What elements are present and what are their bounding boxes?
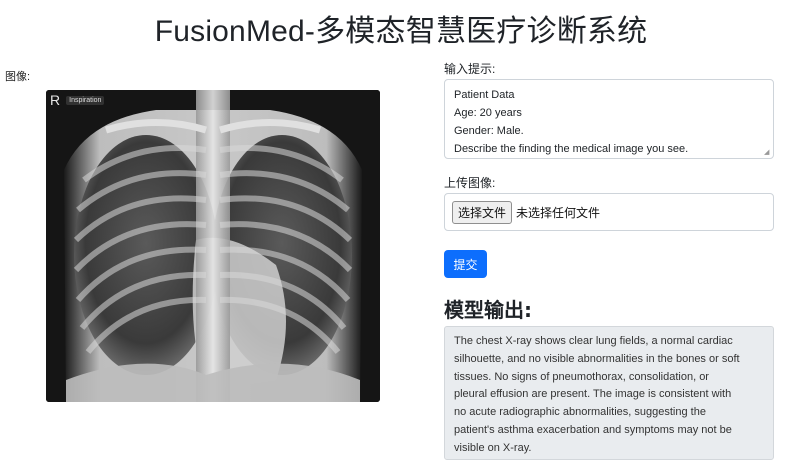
output-line: The chest X-ray shows clear lung fields,…: [454, 335, 733, 347]
output-line: silhouette, and no visible abnormalities…: [454, 352, 740, 365]
file-upload-field[interactable]: 选择文件 未选择任何文件: [444, 193, 774, 231]
xray-drawing: [46, 90, 380, 402]
output-line: tissues. No signs of pneumothorax, conso…: [454, 370, 709, 383]
page-title: FusionMed-多模态智慧医疗诊断系统: [154, 15, 648, 48]
submit-button[interactable]: 提交: [444, 250, 487, 278]
upload-label: 上传图像:: [444, 176, 496, 190]
prompt-line: Patient Data: [454, 89, 515, 101]
model-output-box: The chest X-ray shows clear lung fields,…: [444, 326, 774, 460]
prompt-line: Describe the finding the medical image y…: [454, 143, 689, 155]
prompt-line: Age: 20 years: [454, 107, 522, 119]
watermark-tag: Inspiration: [66, 95, 105, 105]
output-line: no acute radiographic abnormalities, sug…: [454, 406, 706, 419]
prompt-line: Gender: Male.: [454, 125, 524, 137]
prompt-textarea[interactable]: Patient Data Age: 20 years Gender: Male.…: [444, 79, 774, 159]
output-line: patient's asthma exacerbation and sympto…: [454, 423, 732, 436]
prompt-label: 输入提示:: [444, 62, 496, 76]
output-line: visible on X-ray.: [454, 441, 532, 454]
chest-xray-image: R Inspiration: [46, 90, 380, 402]
output-heading: 模型输出:: [444, 298, 532, 322]
resize-grip-icon[interactable]: ◢: [764, 149, 771, 156]
no-file-text: 未选择任何文件: [516, 205, 601, 220]
image-label: 图像:: [5, 71, 31, 83]
choose-file-button[interactable]: 选择文件: [452, 200, 513, 224]
xray-watermark: R Inspiration: [50, 92, 105, 108]
app-page: FusionMed-多模态智慧医疗诊断系统 图像: R Inspiration …: [0, 0, 802, 470]
output-line: pleural effusion are present. The image …: [454, 388, 732, 401]
watermark-letter: R: [50, 92, 61, 108]
